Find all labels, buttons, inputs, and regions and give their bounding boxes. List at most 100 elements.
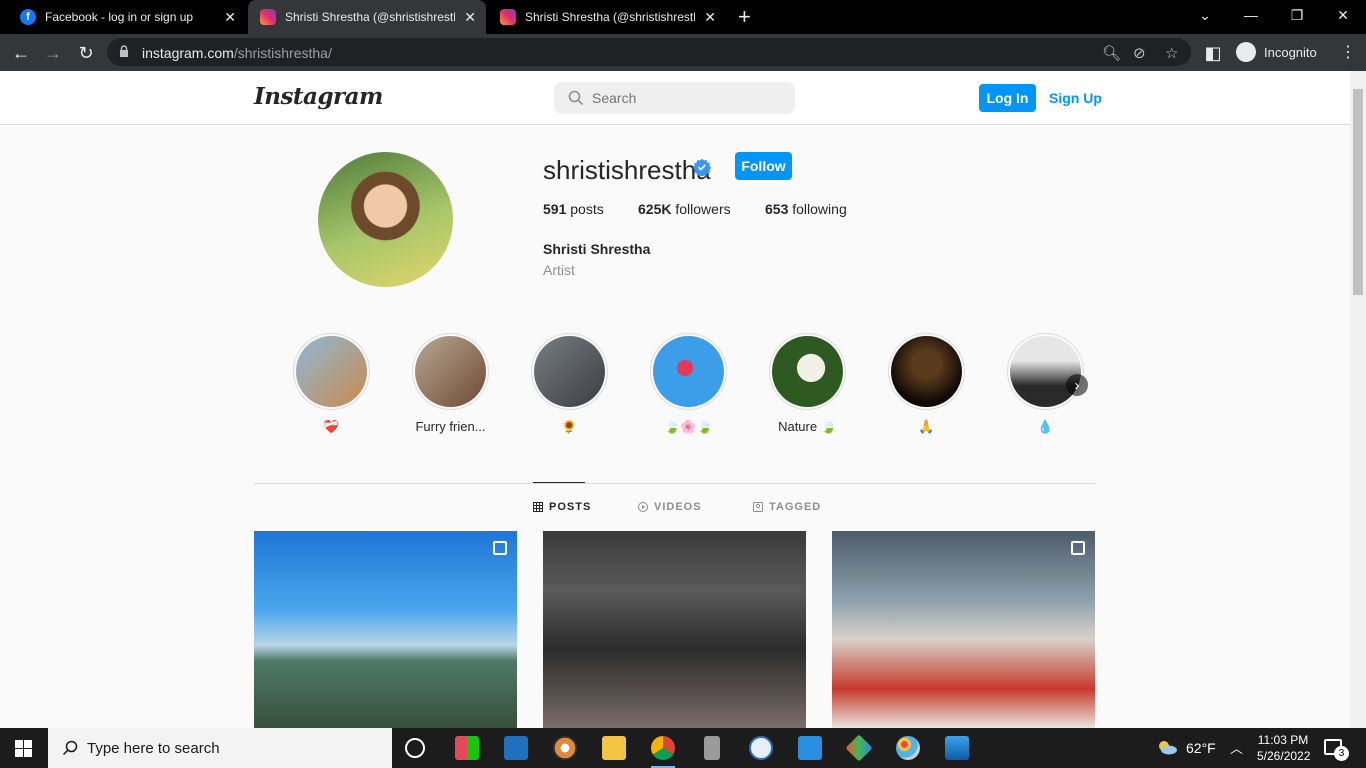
- cortana-icon[interactable]: [405, 738, 425, 758]
- verified-badge-icon: [693, 158, 711, 176]
- address-bar[interactable]: instagram.com/shristishrestha/ 🔍︎ ⊘ ☆: [107, 38, 1191, 66]
- story-highlight[interactable]: 💧: [1007, 333, 1084, 434]
- incognito-icon: [1236, 42, 1256, 62]
- close-tab-icon[interactable]: ✕: [224, 9, 236, 26]
- windows-start-icon[interactable]: [15, 740, 32, 757]
- close-window-icon[interactable]: ✕: [1320, 0, 1366, 30]
- page-scrollbar[interactable]: [1350, 71, 1366, 728]
- post-thumbnail[interactable]: [543, 531, 806, 728]
- eye-off-icon[interactable]: ⊘: [1133, 44, 1146, 62]
- highlight-image: [891, 336, 962, 407]
- following-stat[interactable]: 653 following: [765, 201, 847, 217]
- follow-button[interactable]: Follow: [735, 152, 792, 180]
- tab-videos[interactable]: VIDEOS: [638, 501, 702, 513]
- bookmark-star-icon[interactable]: ☆: [1165, 44, 1178, 62]
- reload-icon[interactable]: ↻: [73, 40, 99, 66]
- instagram-icon: [260, 9, 276, 25]
- highlight-label: 🍃🌸🍃: [664, 419, 713, 434]
- browser-tab-facebook[interactable]: f Facebook - log in or sign up ✕: [8, 0, 246, 34]
- highlight-label: 🌻: [561, 419, 578, 434]
- highlight-label: Furry frien...: [415, 419, 486, 434]
- close-tab-icon[interactable]: ✕: [704, 9, 716, 26]
- posts-stat: 591 posts: [543, 201, 604, 217]
- search-input[interactable]: [592, 82, 782, 114]
- clock-app-icon[interactable]: [749, 736, 773, 760]
- media-player-icon[interactable]: [553, 736, 577, 760]
- instagram-logo[interactable]: Instagram: [254, 83, 383, 110]
- forward-icon[interactable]: →: [40, 40, 66, 66]
- profile-username: shristishrestha: [543, 155, 711, 185]
- tag-icon: [753, 502, 763, 512]
- paint-icon[interactable]: [896, 736, 920, 760]
- tab-label: TAGGED: [769, 501, 822, 513]
- search-icon: [568, 90, 584, 106]
- highlight-label: 💧: [1037, 419, 1054, 434]
- url-text: instagram.com/shristishrestha/: [142, 45, 332, 61]
- carousel-icon: [1071, 541, 1085, 555]
- story-highlight[interactable]: 🌻: [531, 333, 608, 434]
- carousel-icon: [493, 541, 507, 555]
- restore-icon[interactable]: ❐: [1274, 0, 1320, 30]
- login-button[interactable]: Log In: [979, 84, 1036, 112]
- browser-menu-icon[interactable]: ⋮: [1340, 42, 1356, 62]
- incognito-badge[interactable]: Incognito: [1232, 39, 1327, 65]
- tab-posts[interactable]: POSTS: [533, 501, 591, 513]
- notification-icon[interactable]: 3: [1324, 739, 1349, 761]
- story-highlight[interactable]: 🙏: [888, 333, 965, 434]
- browser-toolbar: ← → ↻ instagram.com/shristishrestha/ 🔍︎ …: [0, 34, 1366, 71]
- temperature-text: 62°F: [1186, 740, 1216, 756]
- followers-stat[interactable]: 625K followers: [638, 201, 731, 217]
- tab-tagged[interactable]: TAGGED: [753, 501, 821, 513]
- scrollbar-thumb[interactable]: [1353, 89, 1363, 295]
- taskbar-search-placeholder: Type here to search: [87, 740, 220, 757]
- profile-avatar[interactable]: [318, 152, 453, 287]
- vscode-insiders-icon[interactable]: [798, 736, 822, 760]
- story-highlight[interactable]: Furry frien...: [412, 333, 489, 434]
- highlight-image: [1010, 336, 1081, 407]
- photos-icon[interactable]: [945, 736, 969, 760]
- highlight-image: [653, 336, 724, 407]
- taskbar-search[interactable]: Type here to search: [48, 728, 392, 768]
- clock-date: 5/26/2022: [1257, 749, 1311, 763]
- browser-tab-instagram[interactable]: Shristi Shrestha (@shristishrestha ✕: [488, 0, 726, 34]
- search-box[interactable]: [554, 82, 795, 114]
- post-thumbnail[interactable]: [832, 531, 1095, 728]
- tray-overflow-icon[interactable]: ︿: [1230, 738, 1243, 757]
- tab-label: POSTS: [549, 501, 592, 513]
- story-highlight[interactable]: 🍃🌸🍃: [650, 333, 727, 434]
- new-tab-icon[interactable]: +: [738, 4, 751, 30]
- story-highlight[interactable]: ❤️‍🩹: [293, 333, 370, 434]
- vscode-icon[interactable]: [504, 736, 528, 760]
- close-tab-icon[interactable]: ✕: [464, 9, 476, 26]
- chrome-icon[interactable]: [651, 736, 675, 768]
- side-panel-icon[interactable]: ◧: [1200, 40, 1226, 66]
- highlight-image: [415, 336, 486, 407]
- instagram-header: Instagram Log In Sign Up: [0, 71, 1350, 125]
- tab-title: Facebook - log in or sign up: [45, 10, 194, 24]
- minimize-icon[interactable]: —: [1228, 0, 1274, 30]
- tabs-divider: [254, 483, 1095, 484]
- zoom-icon[interactable]: 🔍︎: [1102, 44, 1121, 62]
- instagram-page: Instagram Log In Sign Up shristishrestha…: [0, 71, 1350, 728]
- highlight-image: [772, 336, 843, 407]
- windows-taskbar: Type here to search 62°F ︿ 11:03 PM 5/26…: [0, 728, 1366, 768]
- post-thumbnail[interactable]: [254, 531, 517, 728]
- tab-title: Shristi Shrestha (@shristishrestha: [285, 10, 455, 24]
- highlights-next-icon[interactable]: ›: [1066, 374, 1088, 396]
- instagram-icon: [500, 9, 516, 25]
- file-explorer-icon[interactable]: [602, 736, 626, 760]
- browser-tab-instagram-active[interactable]: Shristi Shrestha (@shristishrestha ✕: [248, 0, 486, 34]
- highlight-image: [534, 336, 605, 407]
- clock[interactable]: 11:03 PM 5/26/2022: [1257, 732, 1311, 764]
- play-icon: [638, 502, 648, 512]
- highlight-label: Nature 🍃: [778, 419, 837, 434]
- phone-app-icon[interactable]: [704, 736, 720, 760]
- git-icon[interactable]: [845, 734, 873, 762]
- story-highlight[interactable]: Nature 🍃: [769, 333, 846, 434]
- app-store-icon[interactable]: [455, 736, 479, 760]
- tab-search-chevron-icon[interactable]: ⌄: [1182, 0, 1228, 30]
- back-icon[interactable]: ←: [8, 40, 34, 66]
- weather-icon[interactable]: [1156, 739, 1178, 755]
- signup-link[interactable]: Sign Up: [1049, 90, 1102, 106]
- profile-category: Artist: [543, 262, 575, 278]
